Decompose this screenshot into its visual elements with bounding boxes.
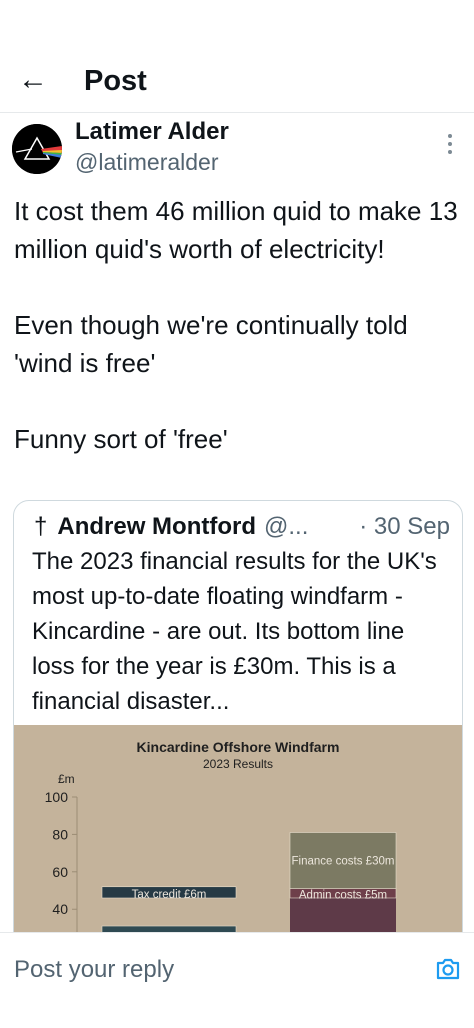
- y-tick-label: 80: [52, 826, 68, 842]
- more-options-icon[interactable]: [440, 130, 460, 160]
- quoted-post[interactable]: † Andrew Montford @... · 30 Sep The 2023 f…: [13, 500, 463, 962]
- quote-date[interactable]: · 30 Sep: [359, 511, 450, 543]
- chart-image[interactable]: £m406080100Subsidy £31mTax credit £6mAdm…: [14, 725, 462, 961]
- reply-bar: [0, 932, 474, 1028]
- camera-icon[interactable]: [434, 955, 462, 983]
- quote-header: † Andrew Montford @... · 30 Sep: [34, 511, 454, 543]
- dagger-icon: †: [34, 513, 48, 540]
- author-handle[interactable]: @latimeralder: [75, 148, 219, 176]
- quote-author-name[interactable]: Andrew Montford: [57, 513, 256, 540]
- bar-label: Admin costs £5m: [299, 890, 387, 902]
- y-axis-label: £m: [58, 772, 75, 786]
- author-avatar[interactable]: [12, 124, 62, 174]
- reply-input[interactable]: [14, 953, 394, 987]
- back-arrow-icon[interactable]: ←: [18, 62, 50, 98]
- chart-title: Kincardine Offshore Windfarm: [136, 739, 340, 755]
- tweet-text: It cost them 46 million quid to make 13 …: [14, 196, 458, 454]
- y-tick-label: 100: [45, 789, 69, 805]
- quote-author-handle[interactable]: @...: [264, 513, 308, 540]
- top-bar: ← Post: [0, 0, 474, 113]
- chart-subtitle: 2023 Results: [202, 757, 274, 771]
- bar-label: Finance costs £30m: [292, 856, 395, 868]
- author-name[interactable]: Latimer Alder: [75, 117, 229, 147]
- y-tick-label: 60: [52, 864, 68, 880]
- bar-label: Tax credit £6m: [132, 889, 207, 901]
- y-tick-label: 40: [52, 901, 68, 917]
- quote-text: The 2023 financial results for the UK's …: [32, 548, 437, 715]
- prism-avatar-icon: [12, 124, 62, 174]
- page-title: Post: [84, 65, 147, 97]
